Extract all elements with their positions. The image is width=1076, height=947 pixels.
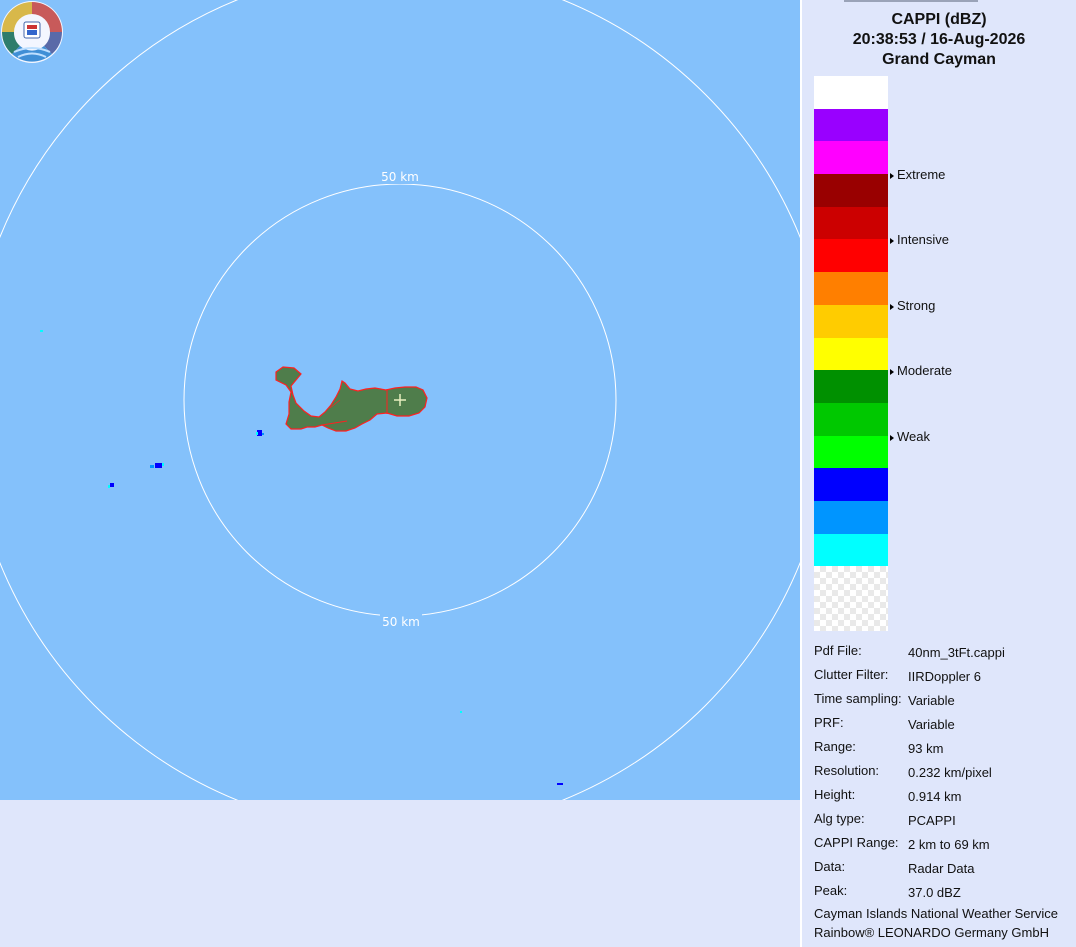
- info-value: 40nm_3tFt.cappi: [908, 645, 1005, 660]
- pointer-icon: [890, 237, 894, 244]
- color-swatch: [814, 76, 888, 109]
- info-key: Peak:: [814, 883, 848, 898]
- info-value: Variable: [908, 717, 955, 732]
- level-label-extreme: Extreme: [890, 167, 945, 182]
- info-key: Pdf File:: [814, 643, 862, 658]
- color-swatch: [814, 533, 888, 567]
- info-key: Clutter Filter:: [814, 667, 889, 682]
- ring-label-top: 50 km: [381, 170, 419, 184]
- color-swatch: [814, 337, 888, 371]
- info-key: Height:: [814, 787, 856, 802]
- info-key: PRF:: [814, 715, 844, 730]
- level-label-weak: Weak: [890, 429, 930, 444]
- timestamp: 20:38:53 / 16-Aug-2026: [852, 31, 1026, 48]
- pointer-icon: [890, 172, 894, 179]
- info-value: 37.0 dBZ: [908, 885, 961, 900]
- info-key: Data:: [814, 859, 846, 874]
- color-swatch: [814, 370, 888, 403]
- precipitation-echoes: [40, 330, 563, 785]
- color-swatch: [814, 108, 888, 142]
- level-text: Extreme: [897, 167, 946, 182]
- product-title: CAPPI (dBZ): [891, 11, 987, 28]
- level-text: Strong: [897, 298, 936, 313]
- level-label-strong: Strong: [890, 298, 935, 313]
- level-text: Weak: [897, 429, 930, 444]
- color-swatch: [814, 500, 888, 534]
- pointer-icon: [890, 303, 894, 310]
- info-key: CAPPI Range:: [814, 835, 899, 850]
- info-value: PCAPPI: [908, 813, 956, 828]
- info-key: Alg type:: [814, 811, 865, 826]
- color-swatch: [814, 304, 888, 338]
- pointer-icon: [890, 368, 894, 375]
- color-swatch: [814, 174, 888, 207]
- color-swatch: [814, 206, 888, 240]
- no-echo-swatch: [814, 566, 888, 632]
- color-scale: [814, 76, 888, 632]
- radar-map[interactable]: 50 km 50 km: [0, 0, 800, 800]
- color-swatch: [814, 435, 888, 469]
- grand-cayman-island: [275, 366, 428, 432]
- color-swatch: [814, 141, 888, 175]
- site-name: Grand Cayman: [882, 51, 996, 68]
- cayman-weather-service-logo: [1, 1, 63, 63]
- level-text: Moderate: [897, 363, 952, 378]
- color-swatch: [814, 468, 888, 501]
- info-value: Variable: [908, 693, 955, 708]
- info-value: 0.914 km: [908, 789, 962, 804]
- color-swatch: [814, 272, 888, 305]
- info-key: Range:: [814, 739, 856, 754]
- ring-label-bottom: 50 km: [382, 615, 420, 629]
- info-value: IIRDoppler 6: [908, 669, 981, 684]
- info-value: 2 km to 69 km: [908, 837, 990, 852]
- level-text: Intensive: [897, 232, 950, 247]
- color-swatch: [814, 402, 888, 436]
- color-swatch: [814, 239, 888, 273]
- radar-map-canvas: 50 km 50 km: [0, 0, 800, 800]
- legend-panel: CAPPI (dBZ) 20:38:53 / 16-Aug-2026 Grand…: [802, 0, 1076, 947]
- info-key: Resolution:: [814, 763, 880, 778]
- info-value: Radar Data: [908, 861, 975, 876]
- info-key: Time sampling:: [814, 691, 902, 706]
- info-value: 93 km: [908, 741, 944, 756]
- footer-credit: Rainbow® LEONARDO Germany GmbH: [814, 925, 1049, 940]
- info-value: 0.232 km/pixel: [908, 765, 992, 780]
- footer-agency: Cayman Islands National Weather Service: [814, 906, 1058, 921]
- level-label-moderate: Moderate: [890, 363, 952, 378]
- pointer-icon: [890, 434, 894, 441]
- level-label-intensive: Intensive: [890, 232, 949, 247]
